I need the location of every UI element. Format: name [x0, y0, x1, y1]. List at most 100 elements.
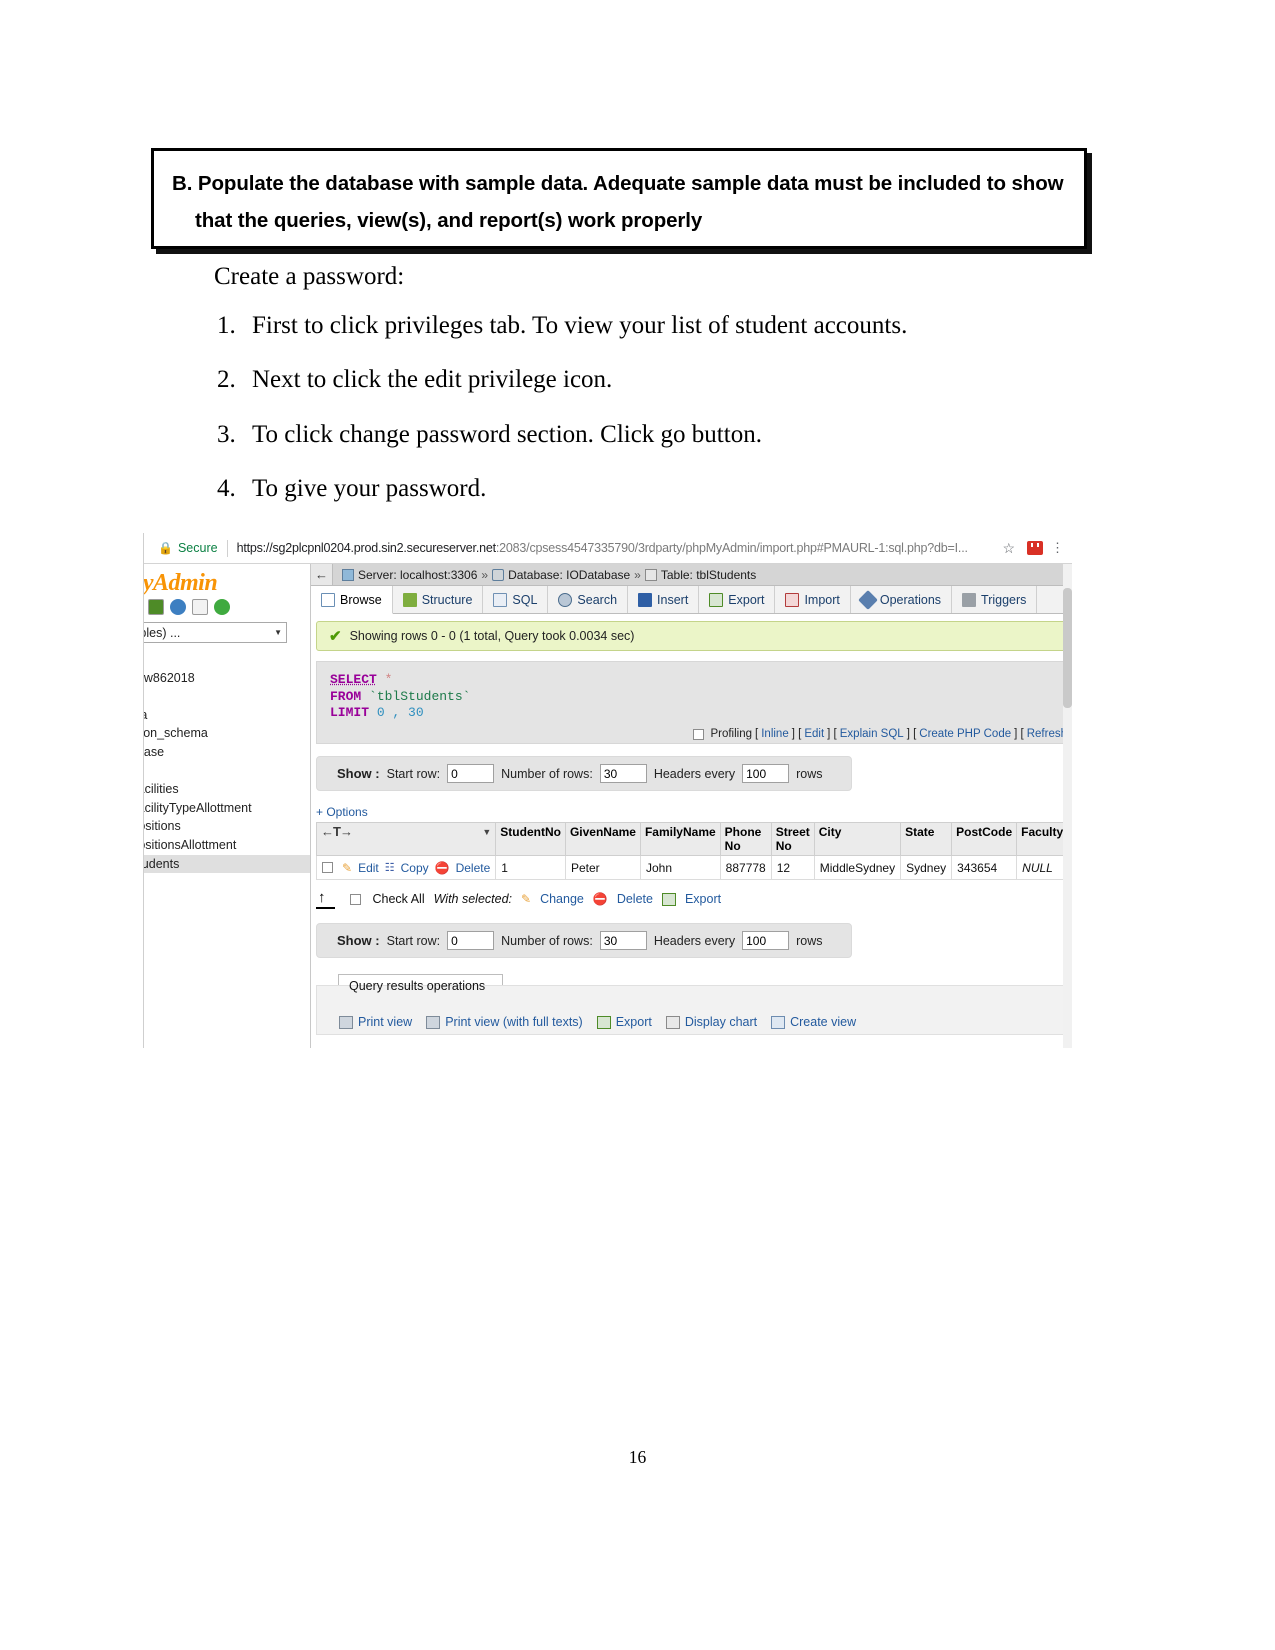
change-link[interactable]: Change [540, 892, 584, 906]
edit-icon[interactable]: ✎ [342, 861, 352, 875]
select-all-arrow-icon[interactable]: ↑ [316, 889, 335, 909]
start-row-input[interactable] [447, 931, 495, 950]
sql-operator: * [384, 672, 393, 687]
check-all-label[interactable]: Check All [373, 892, 425, 906]
headers-every-input[interactable] [742, 764, 790, 783]
profiling-checkbox[interactable] [693, 728, 705, 740]
edit-link[interactable]: Edit [358, 861, 379, 875]
number-rows-input[interactable] [599, 931, 647, 950]
database-select-value: tables) ... [144, 625, 181, 640]
list-item: 4. To give your password. [214, 473, 1074, 504]
sort-header[interactable]: ←T→ ▼ [315, 822, 497, 856]
column-header[interactable]: State [900, 822, 953, 856]
tab-search[interactable]: Search [548, 586, 629, 613]
tree-item[interactable]: Facilities [144, 780, 310, 799]
vertical-scrollbar[interactable] [1063, 564, 1072, 1048]
link-edit[interactable]: Edit [804, 728, 824, 740]
results-table: ←T→ ▼ StudentNo GivenName FamilyName Pho… [315, 822, 1072, 880]
column-header[interactable]: FamilyName [639, 822, 721, 856]
export-link[interactable]: Export [685, 892, 721, 906]
tree-item[interactable]: FacilityTypeAllottment [144, 799, 310, 818]
tab-structure[interactable]: Structure [393, 586, 484, 613]
bracket: [ [755, 728, 759, 740]
row-checkbox[interactable] [322, 862, 333, 873]
help-icon[interactable] [170, 599, 186, 615]
step-text: Next to click the edit privilege icon. [252, 366, 613, 394]
link-explain-sql[interactable]: Explain SQL [840, 728, 904, 740]
secure-label: Secure [177, 541, 218, 555]
delete-icon[interactable]: ⛔ [435, 861, 450, 875]
exit-icon[interactable] [148, 599, 164, 615]
tree-item-selected[interactable]: Students [144, 854, 310, 874]
copy-icon[interactable]: ☷ [385, 861, 395, 874]
cell-city: MiddleSydney [813, 855, 902, 880]
tab-label: SQL [512, 592, 538, 607]
chrome-menu-icon[interactable]: ⋮ [1051, 540, 1066, 556]
tree-item[interactable]: new862018 [144, 669, 310, 688]
tree-item[interactable]: 1 [144, 650, 310, 669]
url-text[interactable]: https://sg2plcpnl0204.prod.sin2.securese… [237, 541, 968, 555]
column-header[interactable]: Faculty [1016, 822, 1069, 856]
display-chart-link[interactable]: Display chart [665, 1015, 757, 1029]
link-create-php-code[interactable]: Create PHP Code [919, 728, 1011, 740]
tab-triggers[interactable]: Triggers [952, 586, 1038, 613]
tab-export[interactable]: Export [699, 586, 776, 613]
print-view-link[interactable]: Print view [339, 1015, 412, 1029]
headers-every-input[interactable] [742, 931, 790, 950]
link-refresh[interactable]: Refresh [1027, 728, 1067, 740]
column-header[interactable]: City [813, 822, 902, 856]
assignment-heading-text: B. Populate the database with sample dat… [172, 172, 1064, 232]
tab-insert[interactable]: Insert [628, 586, 700, 613]
cell-given-name: Peter [564, 855, 641, 880]
tree-item[interactable]: abase [144, 743, 310, 762]
print-view-full-link[interactable]: Print view (with full texts) [426, 1015, 583, 1029]
change-icon[interactable]: ✎ [521, 892, 531, 906]
breadcrumb-table[interactable]: Table: tblStudents [661, 568, 756, 582]
tree-item[interactable]: PositionsAllottment [144, 836, 310, 855]
column-header[interactable]: StudentNo [495, 822, 566, 856]
breadcrumb-separator: » [634, 567, 641, 582]
database-select[interactable]: tables) ... ▼ [144, 622, 287, 643]
options-toggle[interactable]: + Options [316, 805, 1072, 819]
chevron-down-icon[interactable]: ▼ [482, 825, 491, 839]
column-header[interactable]: Street No [770, 822, 815, 856]
back-arrow-icon[interactable]: ← [311, 564, 333, 585]
column-header[interactable]: GivenName [564, 822, 641, 856]
breadcrumb-database[interactable]: Database: IODatabase [508, 568, 630, 582]
column-header[interactable]: Phone No [719, 822, 772, 856]
check-all-checkbox[interactable] [349, 893, 361, 905]
delete-link[interactable]: Delete [617, 892, 653, 906]
copy-link[interactable]: Copy [401, 861, 429, 875]
extension-icon[interactable] [1027, 541, 1043, 555]
export-label: Export [615, 1015, 652, 1029]
tree-item[interactable]: ation_schema [144, 724, 310, 743]
delete-icon[interactable]: ⛔ [593, 892, 608, 906]
delete-link[interactable]: Delete [456, 861, 491, 875]
reload-icon[interactable] [214, 599, 230, 615]
link-inline[interactable]: Inline [761, 728, 789, 740]
export-link[interactable]: Export [596, 1015, 652, 1029]
tree-item[interactable]: w [144, 762, 310, 781]
tree-item[interactable]: Positions [144, 817, 310, 836]
create-view-link[interactable]: Create view [771, 1015, 856, 1029]
show-rows-bar-bottom: Show : Start row: Number of rows: Header… [316, 923, 852, 958]
breadcrumb-server[interactable]: Server: localhost:3306 [358, 568, 477, 582]
show-label: Show : [337, 933, 380, 948]
tab-browse[interactable]: Browse [311, 586, 393, 614]
bookmark-star-icon[interactable]: ☆ [1002, 540, 1019, 557]
tab-sql[interactable]: SQL [483, 586, 549, 613]
number-rows-input[interactable] [599, 764, 647, 783]
rows-label: rows [796, 766, 823, 781]
export-icon[interactable] [661, 892, 676, 906]
sidebar-icon-row [144, 599, 310, 615]
column-header[interactable]: PostCode [951, 822, 1018, 856]
bracket: ] [ [906, 728, 917, 740]
start-row-input[interactable] [447, 764, 495, 783]
tree-item[interactable]: ata [144, 706, 310, 725]
scrollbar-thumb[interactable] [1063, 588, 1072, 708]
browser-address-bar[interactable]: 🔒 Secure https://sg2plcpnl0204.prod.sin2… [144, 533, 1072, 564]
tab-import[interactable]: Import [775, 586, 851, 613]
new-window-icon[interactable] [192, 599, 208, 615]
tab-operations[interactable]: Operations [851, 586, 953, 613]
tree-item[interactable]: y [144, 687, 310, 706]
